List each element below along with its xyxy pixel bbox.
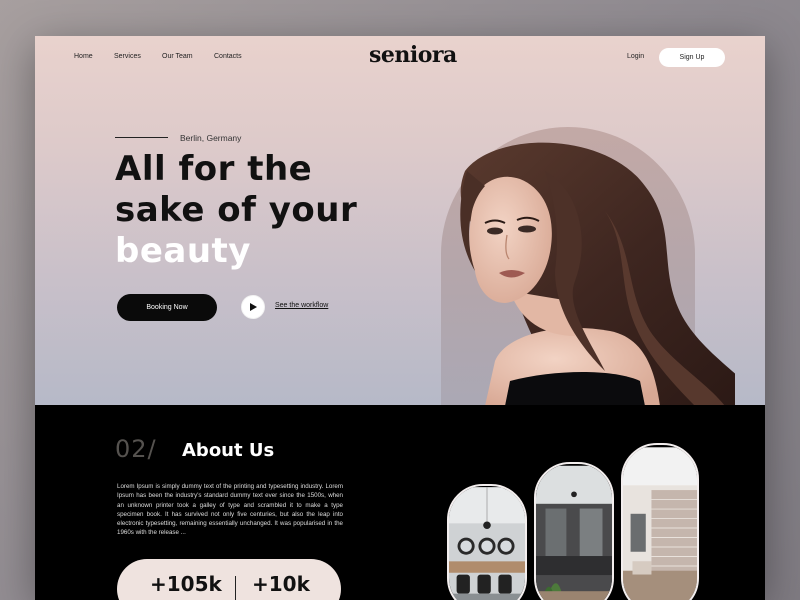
play-icon: [250, 303, 257, 311]
about-body-text: Lorem Ipsum is simply dummy text of the …: [117, 483, 343, 537]
model-portrait-image: [460, 142, 735, 405]
play-video-button[interactable]: [241, 295, 265, 319]
nav-services[interactable]: Services: [114, 53, 141, 60]
hero-section: Home Services Our Team Contacts seniora …: [35, 36, 765, 405]
brand-logo[interactable]: seniora: [369, 42, 457, 68]
see-workflow-link[interactable]: See the workflow: [275, 302, 328, 309]
nav-contacts[interactable]: Contacts: [214, 53, 242, 60]
stats-card: +105k +10k: [117, 559, 341, 600]
salon-interior-image-1: [447, 484, 527, 600]
about-title: About Us: [182, 440, 275, 461]
login-link[interactable]: Login: [627, 53, 644, 60]
nav-our-team[interactable]: Our Team: [162, 53, 193, 60]
hero-headline: All for the sake of your beauty: [115, 149, 435, 272]
nav-home[interactable]: Home: [74, 53, 93, 60]
signup-button[interactable]: Sign Up: [659, 48, 725, 67]
stats-divider: [235, 576, 236, 600]
section-number: 02/: [115, 435, 157, 463]
salon-interior-image-3: [621, 443, 699, 600]
page-frame: Home Services Our Team Contacts seniora …: [35, 36, 765, 600]
headline-highlight: beauty: [115, 231, 251, 271]
location-divider: [115, 137, 168, 138]
headline-line-2: sake of your: [115, 190, 358, 230]
stat-reviews: +10k: [252, 572, 310, 596]
booking-now-button[interactable]: Booking Now: [117, 294, 217, 321]
location-label: Berlin, Germany: [180, 133, 242, 143]
salon-interior-image-2: [534, 462, 614, 600]
headline-line-1: All for the: [115, 149, 313, 189]
stat-clients: +105k: [150, 572, 222, 596]
